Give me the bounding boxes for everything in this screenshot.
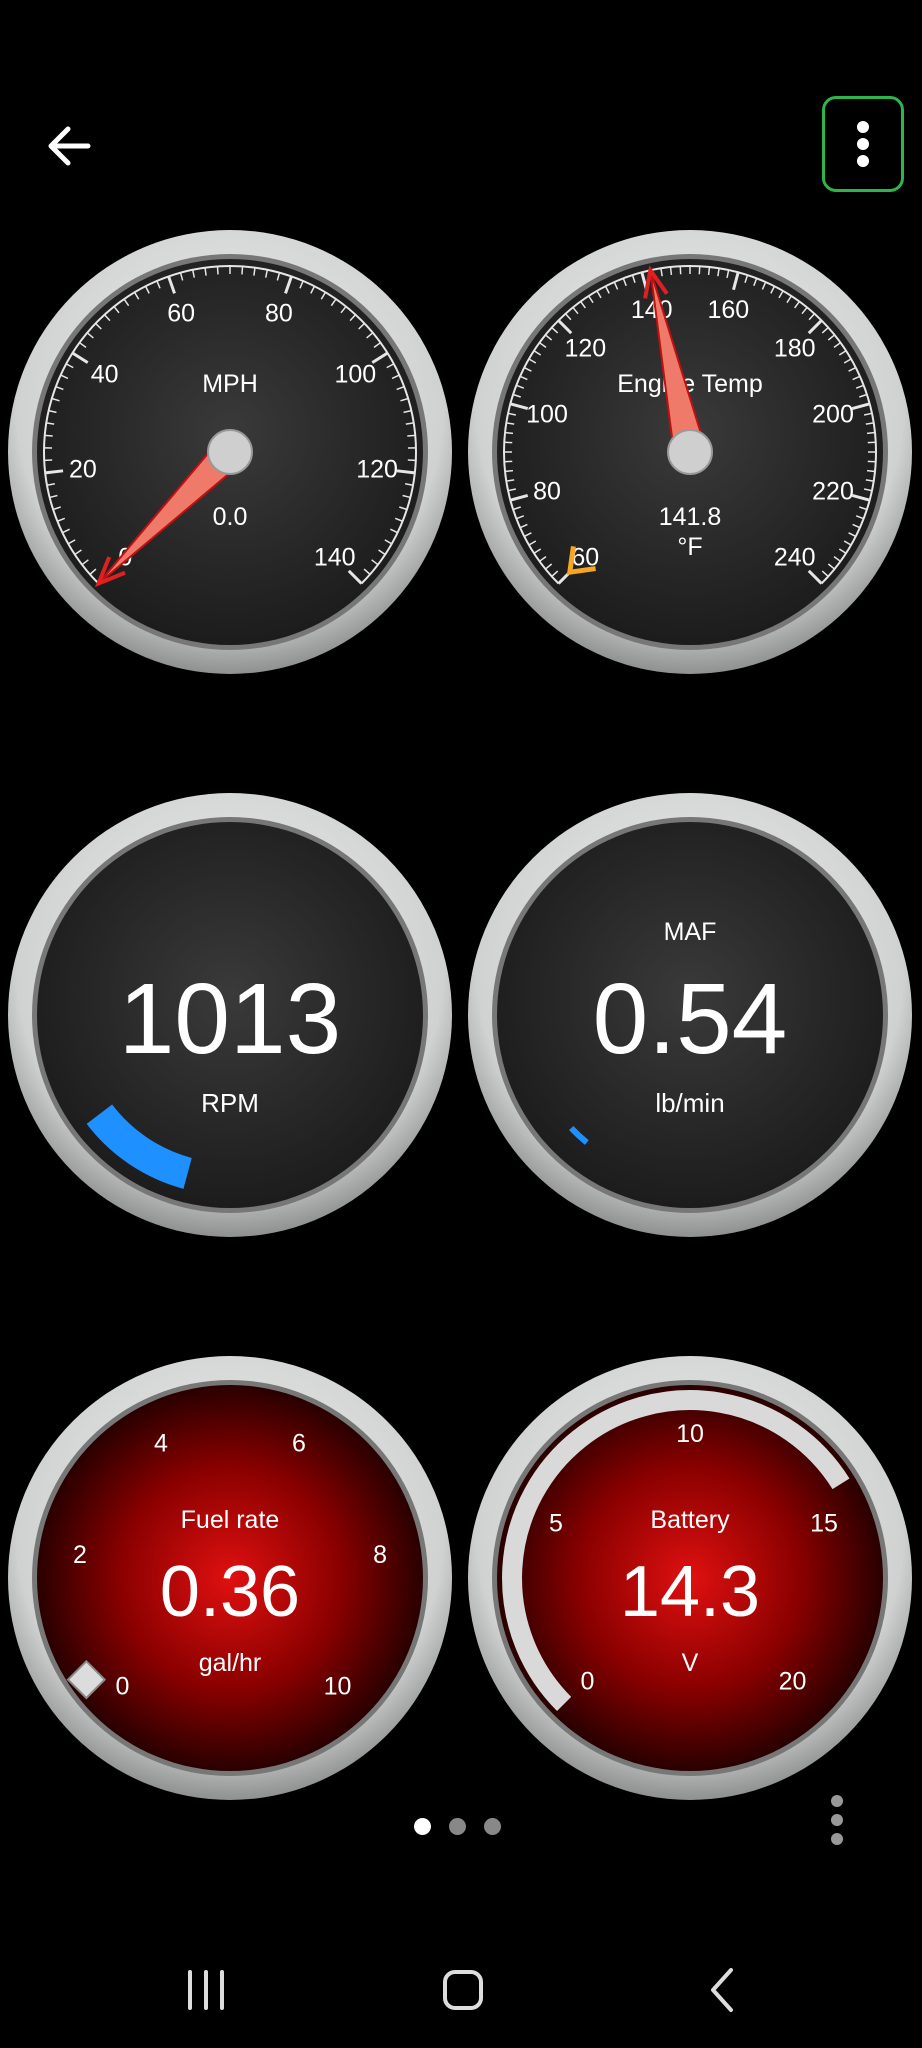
speed-tick	[396, 469, 415, 475]
more-vertical-icon	[857, 121, 869, 167]
temp-tick-label: 180	[774, 334, 816, 362]
speed-tick-label: 60	[167, 299, 195, 327]
temp-tick	[866, 431, 876, 435]
speed-tick	[204, 267, 207, 276]
arrow-left-icon	[48, 126, 91, 166]
speed-tick-label: 140	[314, 544, 356, 572]
engine-temp-value: 141.8	[659, 503, 722, 531]
fuel-tick-label: 0	[116, 1673, 130, 1701]
engine-temp-label: Engine Temp	[617, 370, 762, 398]
battery-unit: V	[682, 1649, 699, 1677]
temp-tick-label: 120	[564, 334, 606, 362]
fuel-rate-label: Fuel rate	[181, 1506, 280, 1534]
overflow-menu-button[interactable]	[822, 96, 904, 192]
speed-unit-label: MPH	[202, 370, 258, 398]
fuel-rate-gauge[interactable]: 0 2 4 6 8 10 Fuel rate 0.36 gal/hr	[0, 1348, 460, 1808]
speed-tick-label: 100	[334, 360, 376, 388]
more-vertical-icon	[831, 1795, 843, 1845]
speed-value: 0.0	[213, 503, 248, 531]
speed-tick-label: 40	[91, 360, 119, 388]
speed-tick	[253, 267, 256, 276]
page-dot-2[interactable]	[449, 1818, 466, 1835]
temp-needle-hub	[667, 429, 713, 475]
temp-tick	[504, 431, 514, 435]
home-button[interactable]	[423, 1950, 503, 2030]
maf-value: 0.54	[593, 963, 788, 1075]
temp-tick-label: 80	[533, 477, 561, 505]
speed-tick-label: 80	[265, 299, 293, 327]
fuel-tick-label: 10	[324, 1673, 352, 1701]
temp-tick	[866, 469, 876, 473]
battery-tick-label: 5	[549, 1510, 563, 1538]
engine-temp-unit: °F	[677, 533, 702, 561]
battery-tick-label: 0	[581, 1668, 595, 1696]
speed-tick	[216, 266, 219, 275]
fuel-tick-label: 8	[373, 1541, 387, 1569]
page-dot-3[interactable]	[484, 1818, 501, 1835]
temp-tick-label: 100	[526, 401, 568, 429]
maf-gauge[interactable]: MAF 0.54 lb/min	[460, 785, 920, 1245]
system-back-button[interactable]	[683, 1950, 763, 2030]
recents-icon	[188, 1970, 224, 2010]
battery-gauge[interactable]: 0 5 10 15 20 Battery 14.3 V	[460, 1348, 920, 1808]
rpm-gauge[interactable]: 1013 RPM	[0, 785, 460, 1245]
page-indicator[interactable]	[414, 1818, 501, 1835]
page-options-button[interactable]	[826, 1792, 848, 1848]
battery-tick-label: 20	[779, 1668, 807, 1696]
speed-tick	[407, 434, 416, 437]
temp-tick	[707, 266, 711, 276]
fuel-tick-label: 6	[292, 1430, 306, 1458]
temp-tick-label: 220	[812, 477, 854, 505]
battery-tick-label: 10	[676, 1420, 704, 1448]
back-button[interactable]	[40, 115, 102, 177]
recents-button[interactable]	[166, 1950, 246, 2030]
home-icon	[443, 1970, 483, 2010]
maf-unit: lb/min	[655, 1088, 724, 1118]
rpm-value: 1013	[119, 963, 341, 1075]
temp-tick-label: 200	[812, 401, 854, 429]
temp-tick-label: 160	[707, 296, 749, 324]
chevron-left-icon	[711, 1968, 733, 2012]
battery-value: 14.3	[620, 1552, 760, 1632]
system-navigation-bar	[0, 1930, 922, 2048]
speed-tick	[241, 266, 244, 275]
maf-label: MAF	[664, 918, 717, 946]
speed-tick-label: 120	[356, 456, 398, 484]
fuel-tick-label: 4	[154, 1430, 168, 1458]
fuel-rate-value: 0.36	[160, 1552, 300, 1632]
speed-needle-hub	[207, 429, 253, 475]
fuel-rate-unit: gal/hr	[199, 1649, 262, 1677]
battery-label: Battery	[650, 1506, 730, 1534]
speed-tick	[45, 469, 64, 475]
speed-tick	[44, 434, 53, 437]
engine-temp-gauge[interactable]: 60 80 100 120 140 160 180 200 220 240 Engine Temp…	[460, 222, 920, 682]
fuel-tick-label: 2	[73, 1541, 87, 1569]
temp-tick	[504, 469, 514, 473]
rpm-label: RPM	[201, 1088, 259, 1118]
speed-tick-label: 20	[69, 456, 97, 484]
speed-gauge[interactable]: 020406080100120140 MPH 0.0	[0, 222, 460, 682]
temp-tick-label: 240	[774, 544, 816, 572]
temp-tick	[669, 266, 673, 276]
battery-tick-label: 15	[810, 1510, 838, 1538]
page-dot-1[interactable]	[414, 1818, 431, 1835]
